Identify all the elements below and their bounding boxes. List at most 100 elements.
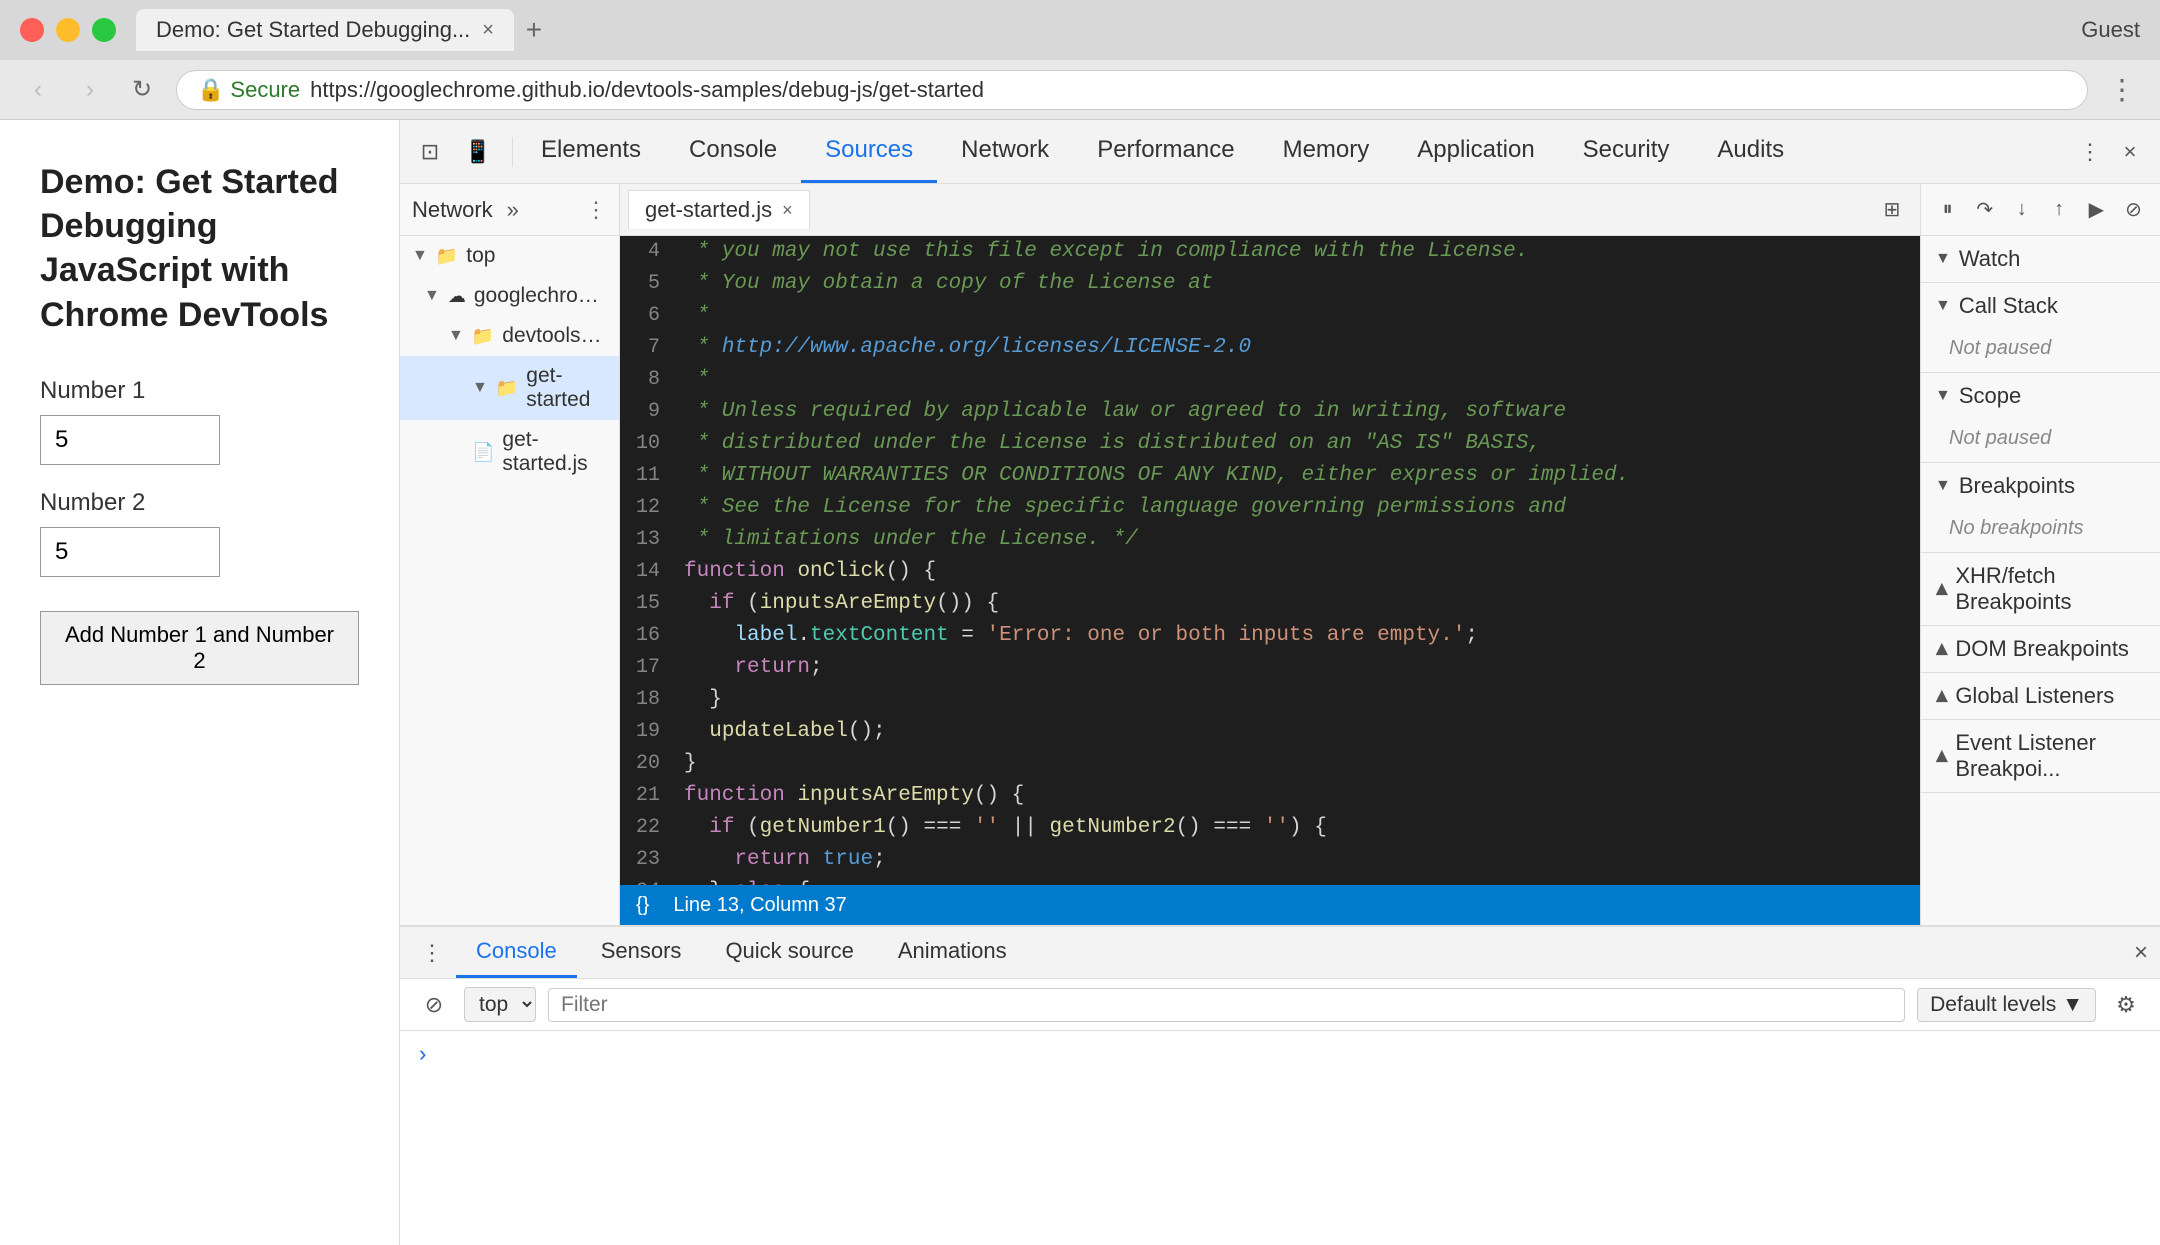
file-tree-expand-icon[interactable]: » (493, 190, 533, 230)
scope-section-header[interactable]: ▼ Scope (1921, 373, 2160, 419)
call-stack-content: Not paused (1921, 329, 2160, 372)
webpage: Demo: Get Started Debugging JavaScript w… (0, 120, 400, 1245)
step-over-button[interactable]: ↷ (1968, 192, 2001, 228)
tab-console-bottom[interactable]: Console (456, 927, 577, 978)
console-filter-input[interactable] (548, 988, 1905, 1022)
console-settings-icon[interactable]: ⚙ (2108, 987, 2144, 1023)
tab-performance[interactable]: Performance (1073, 120, 1258, 183)
scope-section: ▼ Scope Not paused (1921, 373, 2160, 463)
dom-breakpoints-header[interactable]: ▶ DOM Breakpoints (1921, 626, 2160, 672)
close-button[interactable] (20, 18, 44, 42)
step-into-button[interactable]: ↓ (2005, 192, 2038, 228)
no-breakpoints-text: No breakpoints (1949, 517, 2084, 539)
tab-console[interactable]: Console (665, 120, 801, 183)
number2-input[interactable] (40, 527, 220, 577)
tree-item-devtools-samples[interactable]: ▼ 📁 devtools-samples/... (400, 316, 619, 356)
devtools-close-icon[interactable]: × (2110, 132, 2150, 172)
code-line: 14 function onClick() { (620, 556, 1920, 588)
arrow-icon: ▼ (412, 247, 428, 265)
editor-actions: ⊞ (1872, 190, 1912, 230)
watch-section-header[interactable]: ▼ Watch (1921, 236, 2160, 282)
code-line: 10 * distributed under the License is di… (620, 428, 1920, 460)
folder-icon: 📁 (436, 246, 458, 267)
arrow-icon: ▼ (448, 327, 464, 345)
tab-security[interactable]: Security (1559, 120, 1694, 183)
context-select[interactable]: top (464, 987, 536, 1022)
tree-item-top[interactable]: ▼ 📁 top (400, 236, 619, 276)
not-paused-text: Not paused (1949, 427, 2051, 449)
maximize-button[interactable] (92, 18, 116, 42)
console-clear-icon[interactable]: ⊘ (416, 987, 452, 1023)
tab-elements[interactable]: Elements (517, 120, 665, 183)
arrow-icon: ▶ (1931, 643, 1951, 655)
tab-sensors[interactable]: Sensors (581, 927, 702, 978)
call-stack-section-header[interactable]: ▼ Call Stack (1921, 283, 2160, 329)
add-numbers-button[interactable]: Add Number 1 and Number 2 (40, 611, 359, 685)
tab-title: Demo: Get Started Debugging... (156, 17, 470, 43)
pause-button[interactable]: ⏸ (1931, 192, 1964, 228)
code-line: 22 if (getNumber1() === '' || getNumber2… (620, 812, 1920, 844)
page-content: Demo: Get Started Debugging JavaScript w… (0, 120, 2160, 1245)
editor-tab-get-started-js[interactable]: get-started.js × (628, 190, 810, 229)
bottom-more-icon[interactable]: ⋮ (412, 933, 452, 973)
console-prompt[interactable]: › (416, 1043, 2144, 1068)
url-bar[interactable]: 🔒 Secure https://googlechrome.github.io/… (176, 70, 2088, 110)
deactivate-breakpoints-button[interactable]: ⊘ (2117, 192, 2150, 228)
number1-input[interactable] (40, 415, 220, 465)
code-line: 15 if (inputsAreEmpty()) { (620, 588, 1920, 620)
tab-application[interactable]: Application (1393, 120, 1558, 183)
resume-button[interactable]: ▶ (2080, 192, 2113, 228)
device-icon[interactable]: 📱 (458, 132, 498, 172)
minimize-button[interactable] (56, 18, 80, 42)
new-tab-button[interactable]: + (514, 10, 554, 50)
tab-animations[interactable]: Animations (878, 927, 1027, 978)
watch-section: ▼ Watch (1921, 236, 2160, 283)
event-listener-header[interactable]: ▶ Event Listener Breakpoi... (1921, 720, 2160, 792)
tab-close-icon[interactable]: × (482, 19, 494, 42)
inspector-icon[interactable]: ⊡ (410, 132, 450, 172)
editor-tab-close-icon[interactable]: × (782, 200, 793, 221)
breakpoints-section-header[interactable]: ▼ Breakpoints (1921, 463, 2160, 509)
format-icon[interactable]: ⊞ (1872, 190, 1912, 230)
tree-item-googlechrome[interactable]: ▼ ☁ googlechrome.github... (400, 276, 619, 316)
folder-icon: 📁 (496, 378, 518, 399)
scope-label: Scope (1959, 383, 2021, 409)
braces-icon: {} (636, 894, 649, 917)
global-listeners-label: Global Listeners (1955, 683, 2114, 709)
global-listeners-header[interactable]: ▶ Global Listeners (1921, 673, 2160, 719)
step-out-button[interactable]: ↑ (2043, 192, 2076, 228)
file-tree: Network » ⋮ ▼ 📁 top ▼ ☁ googlechrome.git… (400, 184, 620, 925)
debug-controls: ⏸ ↷ ↓ ↑ ▶ ⊘ (1921, 184, 2160, 236)
tab-network[interactable]: Network (937, 120, 1073, 183)
browser-tab[interactable]: Demo: Get Started Debugging... × (136, 9, 514, 51)
devtools: ⊡ 📱 Elements Console Sources Network Per… (400, 120, 2160, 1245)
tab-audits[interactable]: Audits (1693, 120, 1808, 183)
address-bar: ‹ › ↻ 🔒 Secure https://googlechrome.gith… (0, 60, 2160, 120)
tab-sources[interactable]: Sources (801, 120, 937, 183)
file-tree-label: Network (412, 197, 493, 223)
file-tree-more-icon[interactable]: ⋮ (585, 197, 607, 223)
console-levels-button[interactable]: Default levels ▼ (1917, 988, 2096, 1022)
back-button[interactable]: ‹ (20, 72, 56, 108)
code-line: 23 return true; (620, 844, 1920, 876)
code-area[interactable]: 4 * you may not use this file except in … (620, 236, 1920, 885)
tab-quick-source[interactable]: Quick source (705, 927, 873, 978)
code-line: 13 * limitations under the License. */ (620, 524, 1920, 556)
tab-bar: Demo: Get Started Debugging... × + (136, 9, 2081, 51)
bottom-close-icon[interactable]: × (2134, 939, 2148, 967)
watch-label: Watch (1959, 246, 2021, 272)
arrow-icon: ▼ (472, 379, 488, 397)
tab-separator (512, 137, 513, 167)
xhr-breakpoints-header[interactable]: ▶ XHR/fetch Breakpoints (1921, 553, 2160, 625)
status-bar: {} Line 13, Column 37 (620, 885, 1920, 925)
event-listener-section: ▶ Event Listener Breakpoi... (1921, 720, 2160, 793)
forward-button[interactable]: › (72, 72, 108, 108)
refresh-button[interactable]: ↻ (124, 72, 160, 108)
tab-memory[interactable]: Memory (1259, 120, 1394, 183)
devtools-more-icon[interactable]: ⋮ (2070, 132, 2110, 172)
tree-item-get-started[interactable]: ▼ 📁 get-started (400, 356, 619, 420)
arrow-icon: ▼ (1935, 387, 1951, 405)
scope-content: Not paused (1921, 419, 2160, 462)
tree-item-get-started-js[interactable]: 📄 get-started.js (400, 420, 619, 484)
browser-more-button[interactable]: ⋮ (2104, 72, 2140, 108)
